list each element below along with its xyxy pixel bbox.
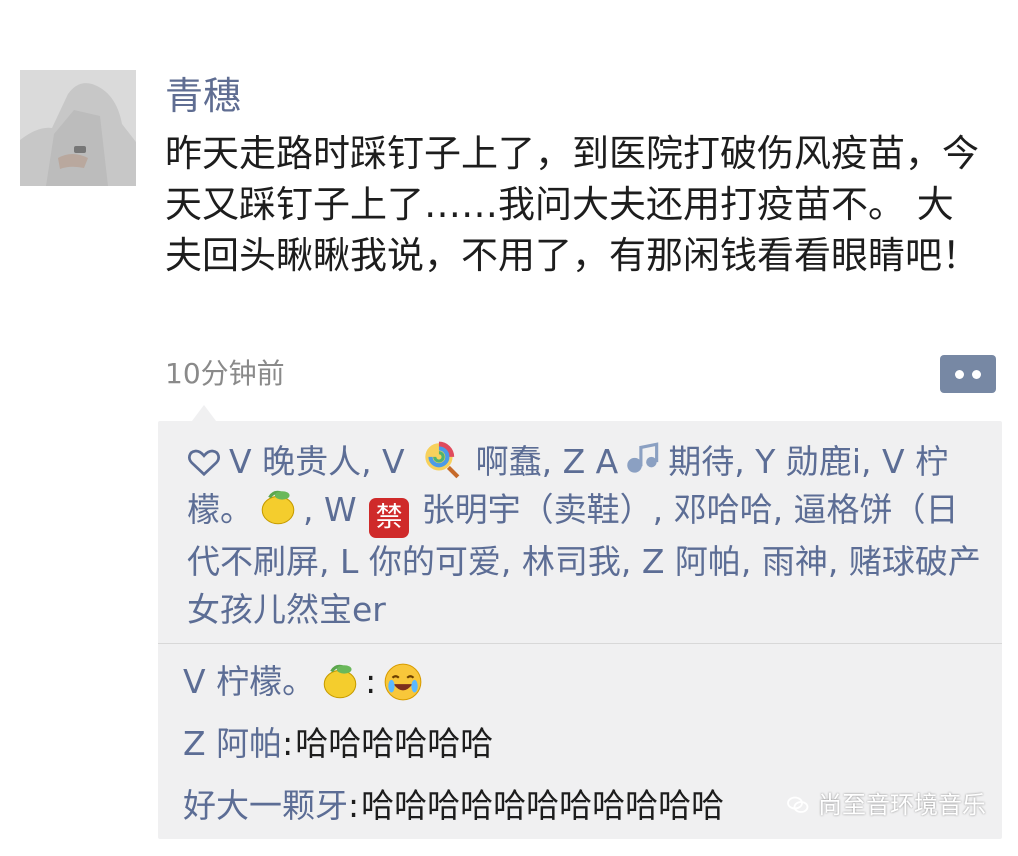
post-text: 昨天走路时踩钉子上了，到医院打破伤风疫苗，今天又踩钉子上了……我问大夫还用打疫苗… xyxy=(165,132,979,277)
watermark-text: 尚至音环境音乐 xyxy=(818,791,986,819)
lemon-icon xyxy=(261,490,295,525)
comment-separator: : xyxy=(348,786,360,825)
ban-badge: 禁 xyxy=(369,497,410,538)
lollipop-icon xyxy=(425,441,460,479)
panel-divider xyxy=(158,643,1002,644)
likes-segment-4[interactable]: , W xyxy=(303,490,367,529)
laugh-cry-icon xyxy=(384,663,422,701)
comment-author[interactable]: V 柠檬。 xyxy=(183,662,315,702)
comment-text: 哈哈哈哈哈哈 xyxy=(295,724,494,763)
comment-row: V 柠檬。 : xyxy=(183,651,983,713)
lemon-icon xyxy=(323,664,357,699)
likes-list: V 晚贵人, V 啊蠢, Z A 期待, Y 勋鹿i, V 柠檬。 , W 禁 … xyxy=(187,438,987,634)
avatar[interactable] xyxy=(20,70,136,186)
likes-segment-1[interactable]: V 晚贵人, V xyxy=(229,442,415,481)
comment-panel: V 晚贵人, V 啊蠢, Z A 期待, Y 勋鹿i, V 柠檬。 , W 禁 … xyxy=(158,405,1002,839)
comment-dot-icon xyxy=(955,369,964,379)
avatar-image xyxy=(20,70,136,186)
watermark-chat-icon xyxy=(787,796,809,813)
comment-separator: : xyxy=(282,724,294,763)
watermark: 尚至音环境音乐 xyxy=(786,792,986,818)
music-note-icon xyxy=(627,442,659,473)
likes-segment-2[interactable]: 啊蠢, Z A xyxy=(465,442,619,481)
comment-separator: : xyxy=(365,662,377,701)
comment-dot-icon xyxy=(972,369,981,379)
comment-action-button[interactable] xyxy=(940,355,996,393)
post-author-name[interactable]: 青穗 xyxy=(165,72,241,120)
comment-author[interactable]: Z 阿帕 xyxy=(183,724,282,764)
comment-author[interactable]: 好大一颗牙 xyxy=(183,786,348,826)
heart-icon xyxy=(188,449,220,477)
comment-text: 哈哈哈哈哈哈哈哈哈哈哈 xyxy=(361,786,725,825)
post-timestamp: 10分钟前 xyxy=(165,357,285,390)
comment-row: Z 阿帕 : 哈哈哈哈哈哈 xyxy=(183,713,983,775)
